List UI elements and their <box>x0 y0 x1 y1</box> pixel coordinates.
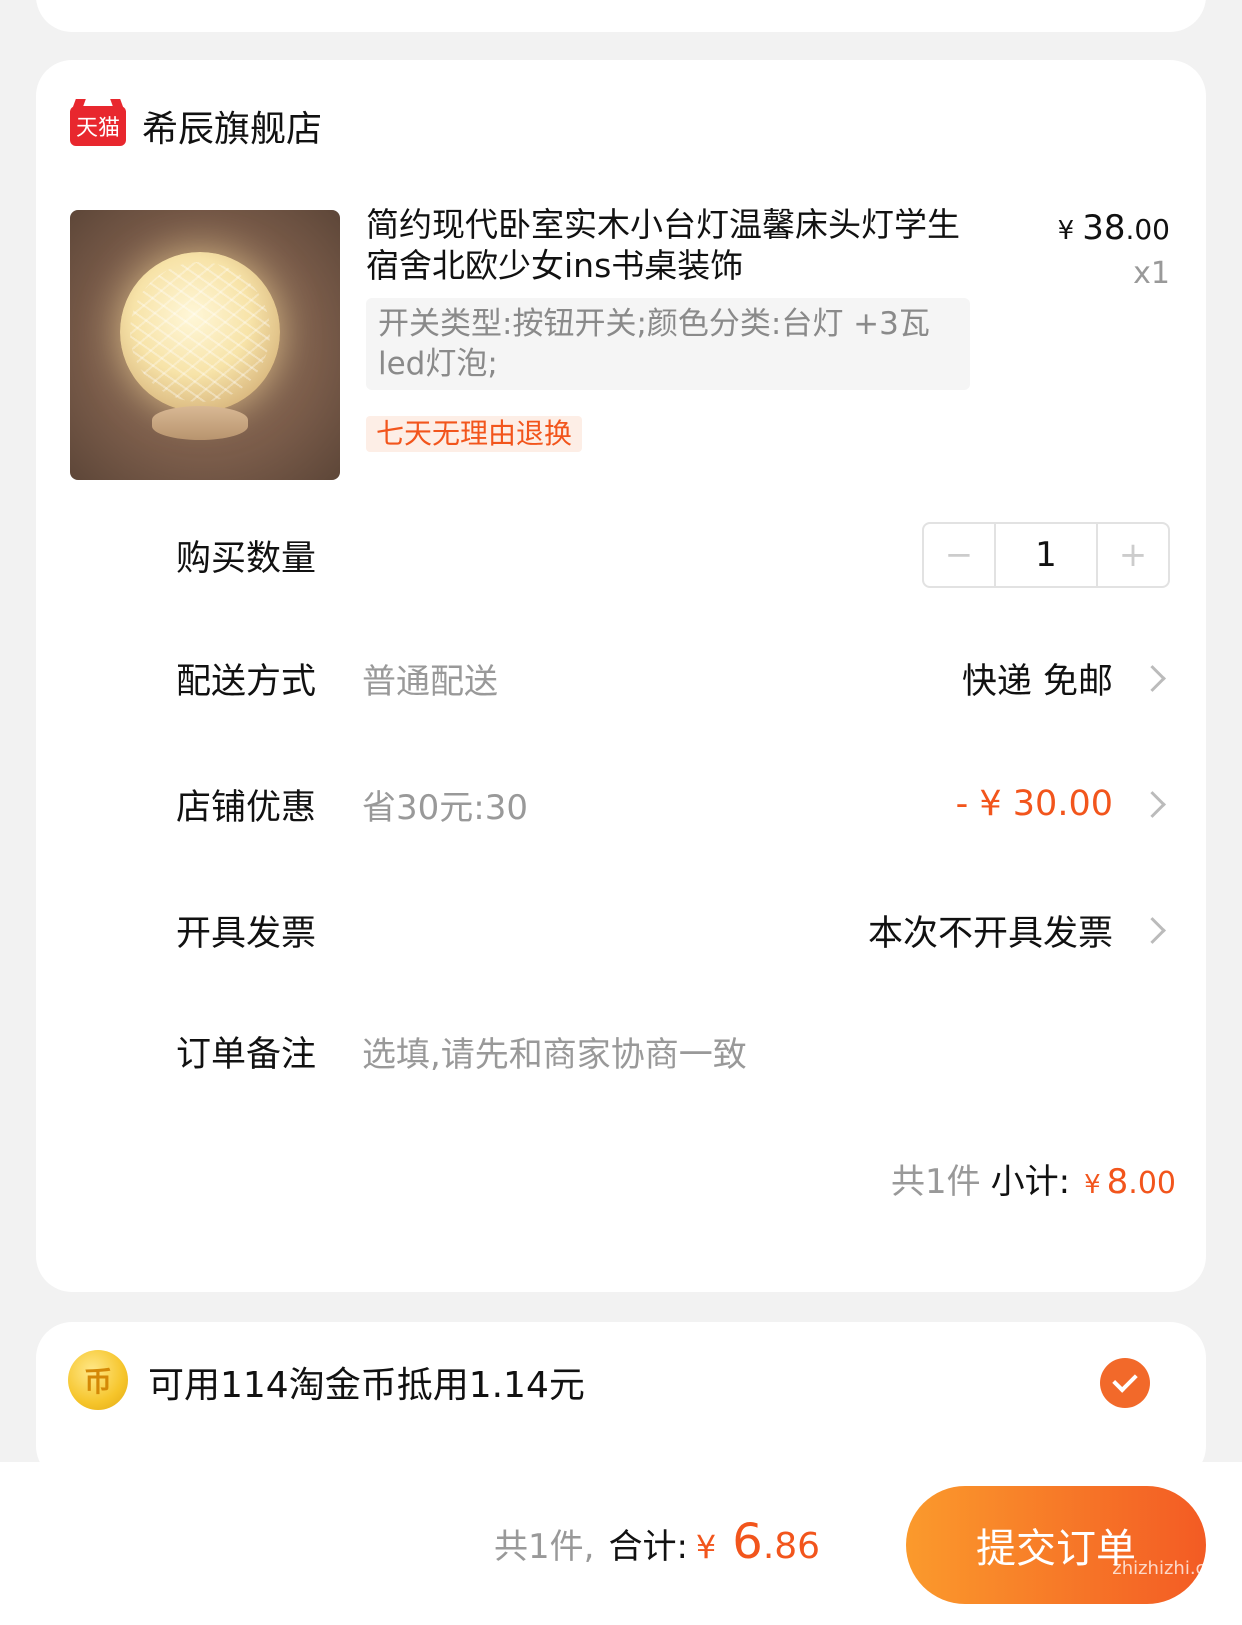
invoice-value-text: 本次不开具发票 <box>867 913 1113 954</box>
coin-glyph: 币 <box>83 1365 112 1398</box>
total-currency: ¥ <box>695 1528 717 1566</box>
subtotal-count: 共1件 <box>890 1162 981 1202</box>
total-label: 合计: <box>608 1527 688 1567</box>
product-quantity: x1 <box>1133 256 1170 291</box>
chevron-right-icon <box>1139 664 1166 692</box>
store-order-card: 天猫 希辰旗舰店 简约现代卧室实木小台灯温馨床头灯学生宿舍北欧少女ins书桌装饰… <box>36 60 1206 1292</box>
checkout-bar: 共1件, 合计: ¥ 6 .86 提交订单 zhizhizhi.com <box>0 1462 1242 1625</box>
product-price: ¥38.00 <box>1058 208 1170 248</box>
total-count: 共1件, <box>494 1527 595 1567</box>
submit-order-button[interactable]: 提交订单 <box>906 1486 1206 1604</box>
product-image[interactable] <box>70 210 340 480</box>
subtotal-amount: ¥8.00 <box>1084 1162 1176 1202</box>
order-total: 共1件, 合计: ¥ 6 .86 <box>494 1514 820 1570</box>
check-icon[interactable] <box>1100 1358 1150 1408</box>
delivery-value[interactable]: 快递 免邮 <box>962 653 1170 704</box>
quantity-row: 购买数量 − 1 + <box>176 522 1170 588</box>
tmall-badge-text: 天猫 <box>75 116 120 141</box>
price-integer: 38 <box>1082 208 1126 248</box>
order-note-input[interactable]: 选填,请先和商家协商一致 <box>362 1027 747 1076</box>
tmall-logo-icon: 天猫 <box>70 106 126 146</box>
price-currency: ¥ <box>1057 216 1075 246</box>
store-header[interactable]: 天猫 希辰旗舰店 <box>70 104 322 150</box>
discount-value[interactable]: - ¥ 30.00 <box>956 784 1170 824</box>
delivery-row[interactable]: 配送方式 普通配送 快递 免邮 <box>176 648 1170 708</box>
invoice-value[interactable]: 本次不开具发票 <box>868 905 1170 956</box>
subtotal-decimal: .00 <box>1128 1166 1176 1201</box>
quantity-label: 购买数量 <box>176 538 317 579</box>
delivery-method: 普通配送 <box>362 661 498 702</box>
coin-offer-text: 可用114淘金币抵用1.14元 <box>148 1365 585 1406</box>
coin-card: 币 可用114淘金币抵用1.14元 <box>36 1322 1206 1482</box>
previous-card <box>36 0 1206 32</box>
product-title[interactable]: 简约现代卧室实木小台灯温馨床头灯学生宿舍北欧少女ins书桌装饰 <box>366 204 976 286</box>
total-integer: 6 <box>732 1514 763 1570</box>
gold-coin-icon: 币 <box>68 1350 128 1410</box>
discount-label: 店铺优惠 <box>176 787 317 828</box>
invoice-label: 开具发票 <box>176 913 317 954</box>
subtotal-integer: 8 <box>1106 1162 1129 1202</box>
subtotal-currency: ¥ <box>1084 1170 1101 1200</box>
store-name[interactable]: 希辰旗舰店 <box>142 100 322 152</box>
chevron-right-icon <box>1139 790 1166 818</box>
return-policy-tag: 七天无理由退换 <box>366 416 583 452</box>
lamp-globe <box>120 252 280 412</box>
chevron-right-icon <box>1139 916 1166 944</box>
order-note-label: 订单备注 <box>176 1034 317 1075</box>
increment-button[interactable]: + <box>1098 524 1168 586</box>
order-note-row[interactable]: 订单备注 选填,请先和商家协商一致 <box>176 1021 1170 1081</box>
total-decimal: .86 <box>762 1526 821 1567</box>
lamp-base <box>152 406 248 440</box>
quantity-stepper: − 1 + <box>922 522 1170 588</box>
subtotal-label: 小计: <box>990 1162 1071 1202</box>
discount-amount: - ¥ 30.00 <box>955 784 1113 824</box>
discount-desc: 省30元:30 <box>362 787 528 828</box>
delivery-label: 配送方式 <box>176 661 317 702</box>
decrement-button[interactable]: − <box>924 524 994 586</box>
invoice-row[interactable]: 开具发票 本次不开具发票 <box>176 900 1170 960</box>
delivery-value-text: 快递 免邮 <box>961 661 1113 702</box>
price-decimal: .00 <box>1125 213 1170 246</box>
discount-row[interactable]: 店铺优惠 省30元:30 - ¥ 30.00 <box>176 774 1170 834</box>
quantity-input[interactable]: 1 <box>994 524 1098 586</box>
product-spec: 开关类型:按钮开关;颜色分类:台灯 +3瓦led灯泡; <box>366 298 970 390</box>
subtotal: 共1件 小计: ¥8.00 <box>891 1154 1176 1203</box>
watermark: zhizhizhi.com <box>1112 1558 1234 1579</box>
